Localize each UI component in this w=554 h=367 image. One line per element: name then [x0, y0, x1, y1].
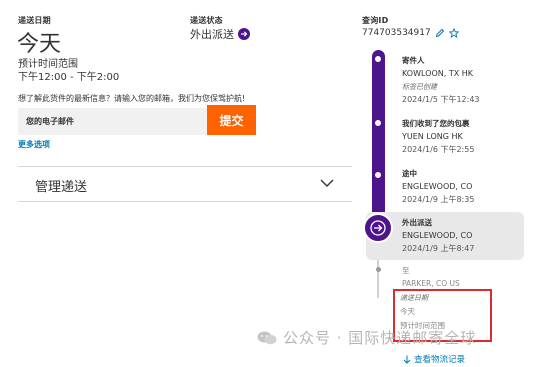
timeline-event: 途中 ENGLEWOOD, CO 2024/1/9 上午8:35 [402, 168, 474, 205]
email-field[interactable]: 您的电子邮件 [18, 108, 207, 135]
view-history-link[interactable]: 查看物流记录 [403, 353, 465, 365]
edit-pencil-icon[interactable] [435, 28, 445, 38]
delivery-date-label: 递送日期 [18, 16, 51, 25]
event-location: ENGLEWOOD, CO [402, 182, 473, 191]
event-time: 2024/1/9 上午8:35 [402, 195, 475, 204]
event-location: YUEN LONG HK [402, 132, 463, 141]
wechat-icon [257, 331, 277, 344]
status-row: 外出派送 [190, 26, 250, 42]
manage-delivery-row[interactable]: 管理递送 [18, 167, 352, 201]
event-time: 2024/1/6 下午2:55 [402, 145, 475, 154]
watermark: 公众号 · 国际快递邮寄全球 [257, 327, 476, 348]
arrow-right-icon [370, 220, 386, 236]
event-title: 途中 [402, 169, 417, 178]
arrow-right-icon [238, 28, 250, 40]
timeline-track-pending [377, 258, 379, 298]
delivery-date: 今天 [17, 32, 62, 57]
tracking-id: 774703534917 [362, 28, 431, 38]
email-prompt: 想了解此货件的最新信息？请输入您的邮箱，我们为您保驾护航! [18, 94, 246, 103]
timeline-event: 我们收到了您的包裹 YUEN LONG HK 2024/1/6 下午2:55 [402, 118, 474, 155]
destination-value: PARKER, CO US [402, 279, 460, 288]
timeline-event: 寄件人 KOWLOON, TX HK 标签已创建 2024/1/5 下午12:4… [402, 55, 480, 105]
event-time: 2024/1/5 下午12:43 [402, 95, 480, 104]
timeline-dot-pending [376, 267, 381, 272]
event-title: 外出派送 [402, 218, 432, 227]
destination-label: 至 [402, 266, 410, 275]
star-icon[interactable] [448, 28, 459, 38]
event-location: KOWLOON, TX HK [402, 69, 474, 78]
event-sub: 标签已创建 [402, 83, 437, 91]
tracking-id-row: 774703534917 [362, 28, 459, 38]
email-placeholder: 您的电子邮件 [26, 117, 74, 126]
timeline-dot [375, 172, 381, 178]
timeline-event-current: 外出派送 ENGLEWOOD, CO 2024/1/9 上午8:47 [402, 217, 474, 254]
arrow-down-icon [403, 355, 411, 364]
event-title: 我们收到了您的包裹 [402, 119, 470, 128]
event-title: 寄件人 [402, 56, 425, 65]
more-options-link[interactable]: 更多选项 [18, 139, 50, 150]
status-label: 递送状态 [190, 16, 223, 25]
time-window: 下午12:00 - 下午2:00 [18, 72, 120, 83]
manage-delivery-label: 管理递送 [35, 180, 88, 195]
status-value: 外出派送 [190, 28, 234, 41]
submit-button[interactable]: 提交 [207, 105, 256, 135]
tracking-id-label: 查询ID [362, 16, 389, 25]
timeline-dot [375, 56, 381, 62]
view-history-label: 查看物流记录 [414, 355, 466, 365]
event-location: ENGLEWOOD, CO [402, 231, 473, 240]
timeline-destination: 至 PARKER, CO US [402, 265, 460, 288]
event-time: 2024/1/9 上午8:47 [402, 244, 475, 253]
timeline-dot [375, 120, 381, 126]
watermark-text: 公众号 · 国际快递邮寄全球 [283, 329, 477, 347]
divider-bottom [18, 201, 352, 202]
current-status-icon [363, 213, 393, 243]
chevron-down-icon [320, 179, 334, 187]
